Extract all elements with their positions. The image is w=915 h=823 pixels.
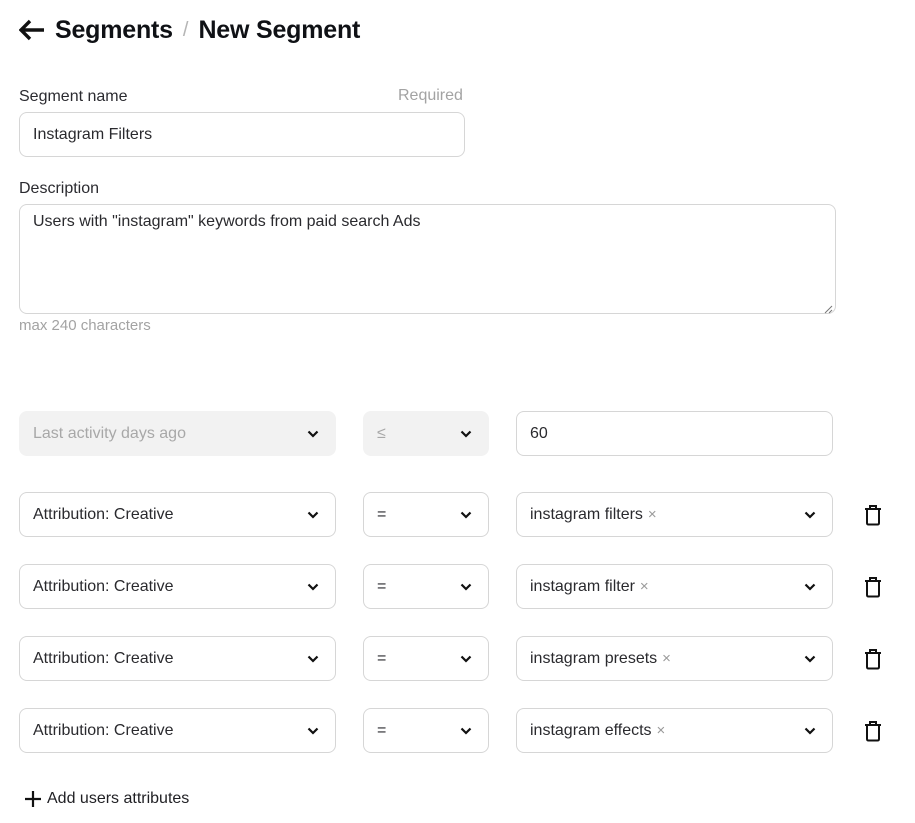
breadcrumb-segments[interactable]: Segments xyxy=(55,16,173,45)
condition-attribute-select[interactable]: Attribution: Creative xyxy=(19,708,336,753)
condition-attribute-select: Last activity days ago xyxy=(19,411,336,456)
condition-operator-select[interactable]: = xyxy=(363,492,489,537)
condition-operator-select[interactable]: = xyxy=(363,636,489,681)
page-header: Segments / New Segment xyxy=(19,14,360,46)
tag-remove-icon[interactable]: × xyxy=(640,578,649,595)
condition-value-select[interactable]: instagram filters × xyxy=(516,492,833,537)
chevron-down-icon xyxy=(306,726,320,736)
condition-attribute-value: Attribution: Creative xyxy=(33,577,174,595)
breadcrumb-separator: / xyxy=(182,18,189,41)
chevron-down-icon xyxy=(306,582,320,592)
condition-attribute-select[interactable]: Attribution: Creative xyxy=(19,564,336,609)
description-char-hint: max 240 characters xyxy=(19,317,151,334)
plus-icon xyxy=(24,790,42,808)
add-users-attributes-label: Add users attributes xyxy=(47,790,190,807)
segment-name-value: Instagram Filters xyxy=(33,125,153,143)
condition-attribute-value: Attribution: Creative xyxy=(33,649,174,667)
chevron-down-icon xyxy=(803,510,817,520)
condition-attribute-value: Attribution: Creative xyxy=(33,721,174,739)
description-label: Description xyxy=(19,180,100,197)
segment-name-label: Segment name xyxy=(19,88,128,105)
description-value: Users with "instagram" keywords from pai… xyxy=(33,213,421,230)
chevron-down-icon xyxy=(459,582,473,592)
add-users-attributes-button[interactable]: Add users attributes xyxy=(24,790,189,808)
chevron-down-icon xyxy=(459,429,473,439)
resize-handle-icon[interactable] xyxy=(823,301,833,314)
chevron-down-icon xyxy=(459,654,473,664)
condition-operator-value: = xyxy=(377,721,387,739)
required-hint: Required xyxy=(398,87,463,104)
segment-name-input[interactable]: Instagram Filters xyxy=(19,112,465,157)
page-title: New Segment xyxy=(198,15,361,44)
condition-operator-value: = xyxy=(377,649,387,667)
condition-value-select[interactable]: instagram effects × xyxy=(516,708,833,753)
condition-value: 60 xyxy=(530,424,548,442)
chevron-down-icon xyxy=(306,654,320,664)
condition-operator-value: ≤ xyxy=(377,424,386,442)
trash-icon[interactable] xyxy=(862,575,884,599)
condition-operator-select: ≤ xyxy=(363,411,489,456)
chevron-down-icon xyxy=(306,510,320,520)
value-tag: instagram presets xyxy=(530,649,658,667)
condition-operator-value: = xyxy=(377,505,387,523)
condition-attribute-select[interactable]: Attribution: Creative xyxy=(19,636,336,681)
condition-operator-value: = xyxy=(377,577,387,595)
value-tag: instagram filter xyxy=(530,577,635,595)
trash-icon[interactable] xyxy=(862,719,884,743)
value-tag: instagram filters xyxy=(530,505,643,523)
tag-remove-icon[interactable]: × xyxy=(662,650,671,667)
condition-value-select[interactable]: instagram presets × xyxy=(516,636,833,681)
tag-remove-icon[interactable]: × xyxy=(657,722,666,739)
condition-attribute-value: Last activity days ago xyxy=(33,424,186,442)
condition-operator-select[interactable]: = xyxy=(363,708,489,753)
trash-icon[interactable] xyxy=(862,503,884,527)
description-textarea[interactable]: Users with "instagram" keywords from pai… xyxy=(19,204,836,314)
condition-attribute-select[interactable]: Attribution: Creative xyxy=(19,492,336,537)
condition-value-input[interactable]: 60 xyxy=(516,411,833,456)
arrow-left-icon[interactable] xyxy=(19,18,47,42)
condition-value-select[interactable]: instagram filter × xyxy=(516,564,833,609)
chevron-down-icon xyxy=(459,510,473,520)
chevron-down-icon xyxy=(803,726,817,736)
chevron-down-icon xyxy=(803,582,817,592)
tag-remove-icon[interactable]: × xyxy=(648,506,657,523)
chevron-down-icon xyxy=(459,726,473,736)
chevron-down-icon xyxy=(803,654,817,664)
condition-attribute-value: Attribution: Creative xyxy=(33,505,174,523)
trash-icon[interactable] xyxy=(862,647,884,671)
value-tag: instagram effects xyxy=(530,721,652,739)
chevron-down-icon xyxy=(306,429,320,439)
condition-operator-select[interactable]: = xyxy=(363,564,489,609)
